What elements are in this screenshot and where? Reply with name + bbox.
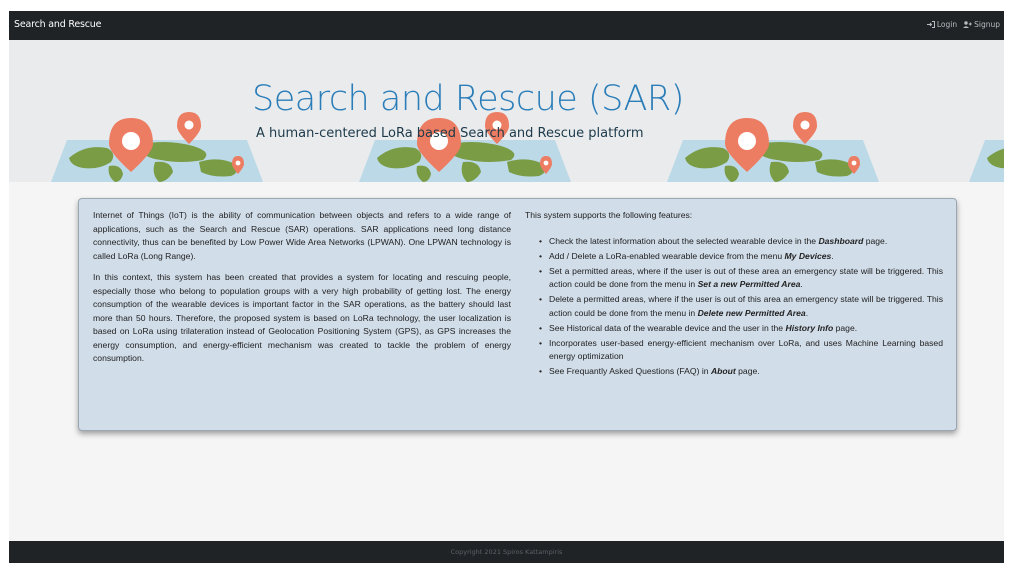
feature-item: Add / Delete a LoRa-enabled wearable dev… (539, 250, 943, 264)
signup-label: Signup (974, 20, 1000, 29)
feature-item: Check the latest information about the s… (539, 235, 943, 249)
hero-title: Search and Rescue (SAR) (252, 79, 684, 119)
feature-item: Incorporates user-based energy-efficient… (539, 337, 943, 364)
feature-item: See Historical data of the wearable devi… (539, 322, 943, 336)
login-label: Login (936, 20, 958, 29)
my-devices-link[interactable]: My Devices (785, 251, 832, 261)
info-panel: Internet of Things (IoT) is the ability … (78, 198, 957, 431)
feature-item: See Frequantly Asked Questions (FAQ) in … (539, 365, 943, 379)
sign-in-icon (926, 21, 935, 28)
user-plus-icon (963, 21, 972, 28)
intro-paragraph: Internet of Things (IoT) is the ability … (93, 210, 511, 261)
dashboard-link[interactable]: Dashboard (818, 236, 863, 246)
about-link[interactable]: About (711, 366, 736, 376)
copyright-text: Copyright 2021 Spiros Kattampiris (450, 548, 563, 556)
features-list: Check the latest information about the s… (525, 235, 943, 379)
features-heading: This system supports the following featu… (525, 210, 693, 220)
nav-actions: Login Signup (926, 20, 1000, 29)
features-column: This system supports the following featu… (525, 209, 943, 380)
footer: Copyright 2021 Spiros Kattampiris (9, 541, 1004, 563)
navbar: Search and Rescue Login Signup (9, 11, 1004, 40)
history-info-link[interactable]: History Info (785, 323, 833, 333)
hero-subtitle: A human-centered LoRa based Search and R… (256, 126, 644, 141)
app-frame: Search and Rescue Login Signup Search an… (9, 11, 1004, 563)
signup-link[interactable]: Signup (963, 20, 1000, 29)
brand-link[interactable]: Search and Rescue (14, 19, 101, 30)
feature-item: Delete a permitted areas, where if the u… (539, 293, 943, 320)
login-link[interactable]: Login (926, 20, 958, 29)
feature-item: Set a permitted areas, where if the user… (539, 265, 943, 292)
intro-column: Internet of Things (IoT) is the ability … (93, 209, 511, 366)
intro-paragraph: In this context, this system has been cr… (93, 272, 511, 363)
delete-permitted-area-link[interactable]: Delete new Permitted Area (698, 308, 806, 318)
set-permitted-area-link[interactable]: Set a new Permitted Area (698, 279, 801, 289)
hero-banner: Search and Rescue (SAR) A human-centered… (9, 40, 1004, 182)
